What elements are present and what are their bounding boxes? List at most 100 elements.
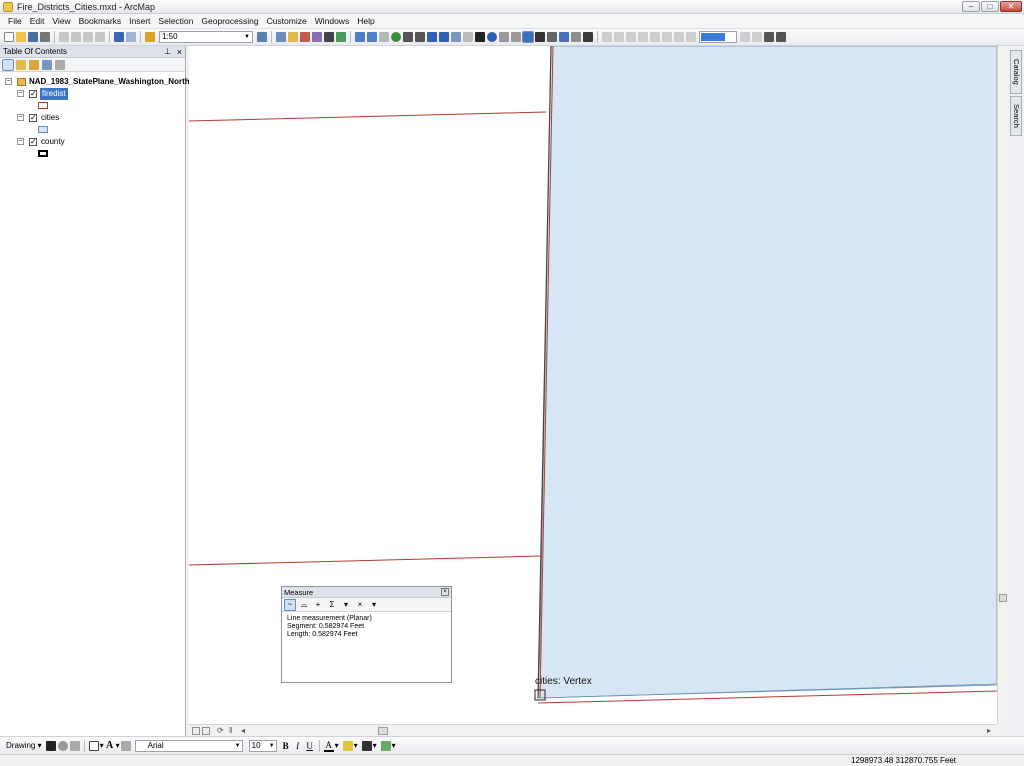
- editor-toolbar-icon[interactable]: [257, 32, 267, 42]
- arctoolbox-icon[interactable]: [312, 32, 322, 42]
- list-by-source-icon[interactable]: [16, 59, 26, 70]
- go-back-icon[interactable]: [427, 32, 437, 42]
- list-by-drawing-order-icon[interactable]: [2, 58, 14, 71]
- find-route-icon[interactable]: [547, 32, 557, 42]
- menu-view[interactable]: View: [48, 16, 74, 26]
- menu-selection[interactable]: Selection: [154, 16, 197, 26]
- fill-color-icon[interactable]: [342, 740, 353, 751]
- layout-zoom-in-icon[interactable]: [602, 32, 612, 42]
- toggle-draft-mode-icon[interactable]: [740, 32, 750, 42]
- font-size-combo[interactable]: 10 ▼: [248, 739, 277, 752]
- layout-zoom-select[interactable]: [699, 31, 737, 43]
- save-icon[interactable]: [28, 32, 38, 42]
- collapse-icon[interactable]: −: [17, 114, 24, 121]
- focus-data-frame-icon[interactable]: [752, 32, 762, 42]
- collapse-icon[interactable]: −: [5, 78, 12, 85]
- measure-tool-icon[interactable]: [522, 31, 534, 43]
- drawing-menu[interactable]: Drawing ▾: [6, 741, 42, 750]
- underline-icon[interactable]: U: [305, 741, 315, 751]
- menu-file[interactable]: File: [4, 16, 26, 26]
- horizontal-scroll-thumb[interactable]: [378, 727, 388, 735]
- scroll-left-icon[interactable]: ◂: [241, 726, 245, 735]
- edit-vertices-icon[interactable]: [120, 740, 131, 751]
- chevron-down-icon[interactable]: ▾: [341, 600, 351, 610]
- measure-area-icon[interactable]: ⌓: [299, 600, 309, 610]
- pin-icon[interactable]: ⊥: [164, 46, 171, 58]
- chevron-down-icon[interactable]: ▾: [116, 741, 120, 750]
- layer-name-county[interactable]: county: [41, 136, 65, 148]
- collapse-icon[interactable]: −: [17, 138, 24, 145]
- menu-insert[interactable]: Insert: [125, 16, 154, 26]
- chevron-down-icon[interactable]: ▾: [100, 741, 104, 750]
- full-extent-globe-icon[interactable]: [391, 32, 401, 42]
- layer-row-cities[interactable]: − ✓ cities: [0, 112, 185, 124]
- python-window-icon[interactable]: [324, 32, 334, 42]
- delete-icon[interactable]: [95, 32, 105, 42]
- time-slider-icon[interactable]: [571, 32, 581, 42]
- pan-hand-icon[interactable]: [379, 32, 389, 42]
- cut-icon[interactable]: [59, 32, 69, 42]
- clear-icon[interactable]: ×: [355, 600, 365, 610]
- create-viewer-window-icon[interactable]: [583, 32, 593, 42]
- search-window-icon[interactable]: [300, 32, 310, 42]
- firedist-symbol[interactable]: [38, 102, 48, 109]
- copy-icon[interactable]: [71, 32, 81, 42]
- italic-icon[interactable]: I: [293, 741, 303, 751]
- measure-feature-icon[interactable]: +: [313, 600, 323, 610]
- vertical-scroll-thumb[interactable]: [999, 594, 1007, 602]
- map-horizontal-scrollbar[interactable]: ⟳ ‖ ◂ ▸: [189, 724, 997, 736]
- model-builder-icon[interactable]: [336, 32, 346, 42]
- go-forward-icon[interactable]: [439, 32, 449, 42]
- select-elements-arrow-icon[interactable]: [475, 32, 485, 42]
- layout-fixed-zoom-icon[interactable]: [686, 32, 696, 42]
- html-popup-icon[interactable]: [511, 32, 521, 42]
- change-layout-icon[interactable]: [764, 32, 774, 42]
- chevron-down-icon[interactable]: ▾: [369, 600, 379, 610]
- layout-zoom-out-icon[interactable]: [614, 32, 624, 42]
- fixed-zoom-out-icon[interactable]: [415, 32, 425, 42]
- layout-forward-icon[interactable]: [674, 32, 684, 42]
- rectangle-tool-icon[interactable]: [88, 740, 99, 751]
- layer-visibility-checkbox[interactable]: ✓: [29, 90, 37, 98]
- menu-bookmarks[interactable]: Bookmarks: [75, 16, 126, 26]
- menu-customize[interactable]: Customize: [263, 16, 311, 26]
- identify-icon[interactable]: [487, 32, 497, 42]
- hyperlink-icon[interactable]: [499, 32, 509, 42]
- layout-back-icon[interactable]: [662, 32, 672, 42]
- zoom-100-percent-icon[interactable]: [650, 32, 660, 42]
- list-by-visibility-icon[interactable]: [29, 59, 39, 70]
- map-scale-combo[interactable]: 1:50 ▼: [159, 31, 253, 43]
- data-view-icon[interactable]: [192, 727, 200, 735]
- chevron-down-icon[interactable]: ▾: [373, 741, 377, 750]
- text-tool-icon[interactable]: A: [105, 740, 115, 751]
- dataframe-row[interactable]: − NAD_1983_StatePlane_Washington_North: [0, 76, 190, 88]
- marker-color-icon[interactable]: [380, 740, 391, 751]
- layer-row-firedist[interactable]: − ✓ firedist: [0, 88, 185, 100]
- layer-name-cities[interactable]: cities: [41, 112, 59, 124]
- chevron-down-icon[interactable]: ▾: [354, 741, 358, 750]
- map-vertical-scrollbar[interactable]: [997, 46, 1007, 724]
- paste-icon[interactable]: [83, 32, 93, 42]
- open-folder-icon[interactable]: [16, 32, 26, 42]
- scroll-right-icon[interactable]: ▸: [987, 726, 991, 735]
- clear-selection-icon[interactable]: [463, 32, 473, 42]
- rotate-icon[interactable]: [57, 740, 68, 751]
- menu-help[interactable]: Help: [353, 16, 378, 26]
- close-icon[interactable]: ×: [177, 46, 182, 58]
- search-tab[interactable]: Search: [1010, 96, 1022, 136]
- toc-options-icon[interactable]: [55, 59, 65, 70]
- list-by-selection-icon[interactable]: [42, 59, 52, 70]
- sum-icon[interactable]: Σ: [327, 600, 337, 610]
- chevron-down-icon[interactable]: ▾: [335, 741, 339, 750]
- cities-polygon[interactable]: [537, 46, 997, 699]
- layout-pan-icon[interactable]: [626, 32, 636, 42]
- cities-symbol[interactable]: [38, 126, 48, 133]
- menu-geoprocessing[interactable]: Geoprocessing: [197, 16, 262, 26]
- measure-line-icon[interactable]: ~: [284, 598, 296, 611]
- go-to-xy-icon[interactable]: [559, 32, 569, 42]
- pause-drawing-icon[interactable]: ‖: [229, 726, 232, 735]
- maximize-button[interactable]: □: [981, 1, 999, 12]
- refresh-icon[interactable]: ⟳: [217, 726, 224, 735]
- table-of-contents-icon[interactable]: [276, 32, 286, 42]
- find-binoculars-icon[interactable]: [535, 32, 545, 42]
